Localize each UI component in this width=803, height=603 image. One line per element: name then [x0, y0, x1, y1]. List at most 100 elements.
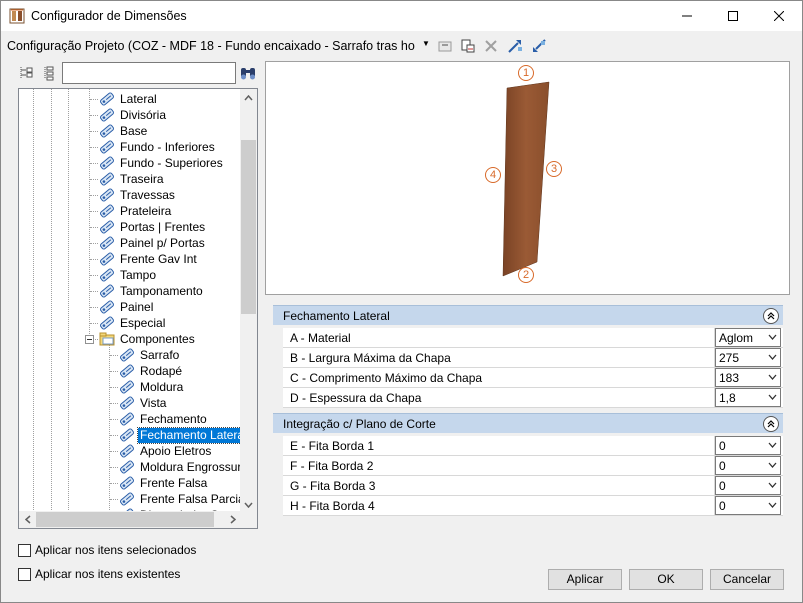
tree-item[interactable]: Divisória	[99, 107, 168, 123]
tree-connector-line	[90, 115, 98, 116]
tree-item[interactable]: Tamponamento	[99, 283, 205, 299]
collapse-group-icon[interactable]	[763, 416, 779, 432]
tree-horizontal-scrollbar[interactable]	[19, 511, 241, 528]
fita-borda-4-select[interactable]: 0	[715, 496, 781, 515]
tree-item[interactable]: Fundo - Superiores	[99, 155, 225, 171]
apply-button[interactable]: Aplicar	[548, 569, 622, 590]
property-row-fita-borda-1: E - Fita Borda 1 0	[273, 436, 783, 456]
scroll-up-arrow-icon[interactable]	[240, 89, 257, 106]
scroll-right-arrow-icon[interactable]	[224, 511, 241, 528]
dimension-app-icon	[9, 8, 25, 24]
copy-config-icon[interactable]	[435, 36, 455, 56]
tree-item[interactable]: Lateral	[99, 91, 159, 107]
tree-item[interactable]: Frente Falsa Parcial	[119, 491, 241, 507]
tree-item-label: Tamponamento	[120, 283, 203, 298]
tree-item-label: Fundo - Inferiores	[120, 139, 215, 154]
tree-item-label: Base	[120, 123, 148, 138]
fita-borda-2-select[interactable]: 0	[715, 456, 781, 475]
tree-item[interactable]: Painel	[99, 299, 155, 315]
tree-item[interactable]: Fundo - Inferiores	[99, 139, 217, 155]
tree-item[interactable]: Tampo	[99, 267, 158, 283]
tree-item[interactable]: Sarrafo	[119, 347, 181, 363]
collapse-tree-icon[interactable]	[41, 65, 57, 81]
collapse-node-icon[interactable]	[85, 335, 94, 344]
tree-item-label: Especial	[120, 315, 166, 330]
minimize-button[interactable]	[664, 1, 710, 31]
apply-existing-checkbox[interactable]: Aplicar nos itens existentes	[18, 566, 180, 582]
group-header-integracao[interactable]: Integração c/ Plano de Corte	[273, 413, 783, 433]
tree-item-label: Fechamento Lateral	[137, 426, 241, 444]
tree-item-label: Travessas	[120, 187, 175, 202]
tree-item[interactable]: Especial	[99, 315, 167, 331]
delete-icon[interactable]	[481, 36, 501, 56]
tree-item[interactable]: Painel p/ Portas	[99, 235, 207, 251]
property-label: C - Comprimento Máximo da Chapa	[290, 371, 483, 385]
horizontal-scroll-thumb[interactable]	[36, 512, 214, 527]
tree-item[interactable]: Componentes	[99, 331, 197, 347]
tree-connector-line	[90, 227, 98, 228]
group-header-fechamento-lateral[interactable]: Fechamento Lateral	[273, 305, 783, 325]
component-tree[interactable]: Lateral Divisória Base Fundo - Inferiores Fu…	[18, 88, 258, 529]
import-icon[interactable]	[505, 36, 525, 56]
cancel-button[interactable]: Cancelar	[710, 569, 784, 590]
binoculars-icon[interactable]	[239, 64, 257, 82]
material-select[interactable]: Aglom	[715, 328, 781, 347]
tree-item[interactable]: Moldura Engrossuramento	[119, 459, 241, 475]
config-selector[interactable]: Configuração Projeto (COZ - MDF 18 - Fun…	[7, 39, 415, 53]
tree-connector-line	[110, 403, 118, 404]
chevron-down-icon	[768, 462, 777, 468]
folder-icon	[99, 332, 115, 346]
property-row-fita-borda-3: G - Fita Borda 3 0	[273, 476, 783, 496]
expand-tree-icon[interactable]	[18, 65, 34, 81]
collapse-group-icon[interactable]	[763, 308, 779, 324]
vertical-scroll-thumb[interactable]	[241, 140, 256, 314]
tree-item[interactable]: Fechamento	[119, 411, 209, 427]
apply-selected-checkbox[interactable]: Aplicar nos itens selecionados	[18, 542, 196, 558]
tree-vertical-scrollbar[interactable]	[240, 89, 257, 513]
fita-borda-3-select[interactable]: 0	[715, 476, 781, 495]
espessura-select[interactable]: 1,8	[715, 388, 781, 407]
tree-item[interactable]: Apoio Eletros	[119, 443, 213, 459]
tree-item[interactable]: Frente Falsa	[119, 475, 209, 491]
title-bar: Configurador de Dimensões	[1, 1, 802, 31]
tree-item[interactable]: Fechamento Lateral	[119, 426, 241, 444]
property-row-largura: B - Largura Máxima da Chapa 275	[273, 348, 783, 368]
tree-connector-line	[90, 323, 98, 324]
tree-connector-line	[90, 307, 98, 308]
tree-item[interactable]: Base	[99, 123, 149, 139]
scroll-left-arrow-icon[interactable]	[19, 511, 36, 528]
maximize-button[interactable]	[710, 1, 756, 31]
close-button[interactable]	[756, 1, 802, 31]
paste-config-icon[interactable]	[458, 36, 478, 56]
tree-connector-line	[110, 419, 118, 420]
part-tag-icon	[120, 476, 134, 490]
checkbox-box[interactable]	[18, 567, 31, 581]
export-icon[interactable]	[529, 36, 549, 56]
tree-item[interactable]: Moldura	[119, 379, 185, 395]
checkbox-box[interactable]	[18, 543, 31, 557]
tree-item[interactable]: Travessas	[99, 187, 177, 203]
part-tag-icon	[100, 92, 114, 106]
config-dropdown-icon[interactable]: ▼	[422, 39, 430, 48]
property-row-fita-borda-2: F - Fita Borda 2 0	[273, 456, 783, 476]
fita-borda-1-select[interactable]: 0	[715, 436, 781, 455]
select-value: 275	[719, 351, 740, 365]
part-tag-icon	[120, 428, 134, 442]
tree-item[interactable]: Portas | Frentes	[99, 219, 207, 235]
tree-item[interactable]: Rodapé	[119, 363, 184, 379]
tree-search-input[interactable]	[62, 62, 236, 84]
tree-item-label: Vista	[140, 395, 167, 410]
select-value: 183	[719, 371, 740, 385]
tree-item[interactable]: Prateleira	[99, 203, 173, 219]
ok-button[interactable]: OK	[629, 569, 703, 590]
tree-item[interactable]: Traseira	[99, 171, 166, 187]
part-tag-icon	[120, 460, 134, 474]
comprimento-select[interactable]: 183	[715, 368, 781, 387]
scroll-corner	[240, 511, 257, 528]
largura-select[interactable]: 275	[715, 348, 781, 367]
property-row-material: A - Material Aglom	[273, 328, 783, 348]
tree-item[interactable]: Vista	[119, 395, 168, 411]
window-title: Configurador de Dimensões	[31, 9, 187, 23]
tree-item-label: Sarrafo	[140, 347, 180, 362]
tree-item[interactable]: Frente Gav Int	[99, 251, 199, 267]
